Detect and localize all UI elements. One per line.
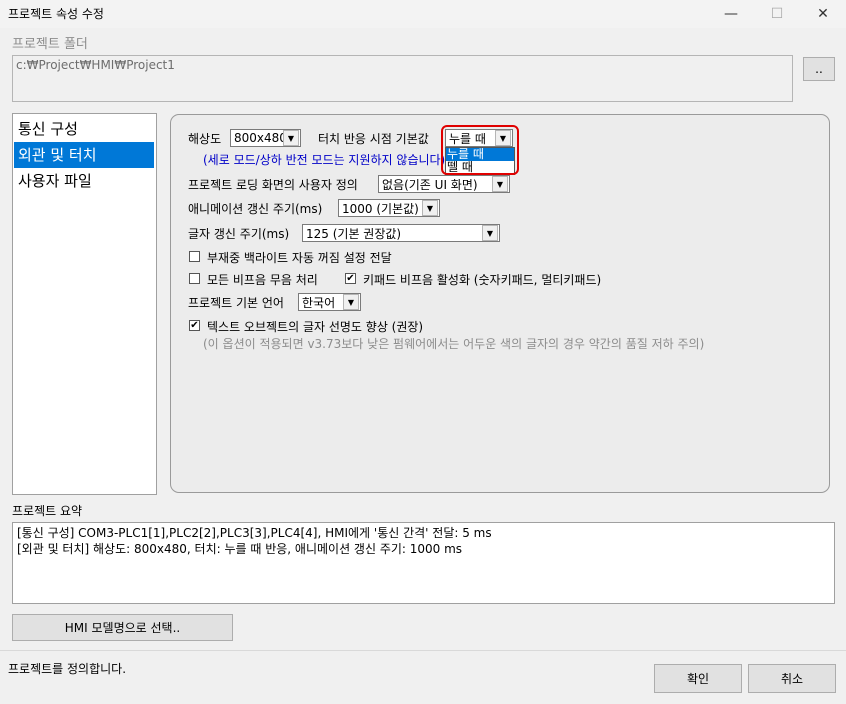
- chevron-down-icon: ▼: [482, 225, 498, 241]
- browse-button[interactable]: ..: [803, 57, 835, 81]
- folder-label: 프로젝트 폴더: [12, 37, 88, 52]
- maximize-icon: ☐: [770, 6, 784, 22]
- text-refresh-value: 125 (기본 권장값): [306, 226, 402, 241]
- chevron-down-icon: ▼: [422, 200, 438, 216]
- title-bar: 프로젝트 속성 수정 — ☐ ✕: [0, 0, 846, 28]
- summary-box: [통신 구성] COM3-PLC1[1],PLC2[2],PLC3[3],PLC…: [12, 522, 835, 604]
- category-item-label: 통신 구성: [18, 120, 78, 138]
- summary-line: [통신 구성] COM3-PLC1[1],PLC2[2],PLC3[3],PLC…: [17, 526, 492, 540]
- language-select[interactable]: 한국어 ▼: [298, 293, 361, 311]
- language-value: 한국어: [302, 295, 336, 310]
- chevron-down-icon: ▼: [283, 130, 299, 146]
- loading-value: 없음(기존 UI 화면): [382, 177, 478, 192]
- anim-value: 1000 (기본값): [342, 201, 419, 216]
- cancel-button-label: 취소: [780, 672, 804, 686]
- summary-line: [외관 및 터치] 해상도: 800x480, 터치: 누를 때 반응, 애니메…: [17, 542, 463, 556]
- resolution-label: 해상도: [188, 132, 222, 146]
- close-icon[interactable]: ✕: [800, 0, 846, 28]
- loading-label: 프로젝트 로딩 화면의 사용자 정의: [188, 178, 358, 192]
- category-item-label: 외관 및 터치: [18, 146, 97, 164]
- mute-checkbox[interactable]: [189, 273, 200, 284]
- model-select-button[interactable]: HMI 모델명으로 선택..: [12, 614, 233, 641]
- language-label: 프로젝트 기본 언어: [188, 296, 284, 310]
- summary-label: 프로젝트 요약: [12, 504, 83, 518]
- folder-path-text: c:₩Project₩HMI₩Project1: [16, 58, 175, 72]
- chevron-down-icon: ▼: [492, 176, 508, 192]
- window-title: 프로젝트 속성 수정: [8, 7, 104, 21]
- ok-button-label: 확인: [686, 672, 710, 686]
- backlight-label: 부재중 백라이트 자동 꺼짐 설정 전달: [207, 251, 392, 265]
- minimize-icon[interactable]: —: [708, 0, 754, 28]
- sharpness-note: (이 옵션이 적용되면 v3.73보다 낮은 펌웨어에서는 어두운 색의 글자의…: [203, 337, 705, 351]
- category-list: 통신 구성 외관 및 터치 사용자 파일: [12, 113, 157, 495]
- cancel-button[interactable]: 취소: [748, 664, 836, 693]
- keypad-beep-label: 키패드 비프음 활성화 (숫자키패드, 멀티키패드): [363, 273, 602, 287]
- anim-select[interactable]: 1000 (기본값) ▼: [338, 199, 440, 217]
- text-refresh-label: 글자 갱신 주기(ms): [188, 227, 290, 241]
- browse-button-label: ..: [815, 62, 823, 76]
- resolution-select[interactable]: 800x480 ▼: [230, 129, 301, 147]
- touch-label: 터치 반응 시점 기본값: [318, 132, 429, 146]
- model-select-button-label: HMI 모델명으로 선택..: [64, 621, 181, 635]
- category-item-appearance-touch[interactable]: 외관 및 터치: [14, 142, 154, 168]
- category-item-comm[interactable]: 통신 구성: [14, 116, 154, 142]
- resolution-value: 800x480: [234, 131, 283, 145]
- mute-label: 모든 비프음 무음 처리: [207, 273, 318, 287]
- highlight-ring: [441, 125, 519, 175]
- folder-path-field[interactable]: c:₩Project₩HMI₩Project1: [12, 55, 793, 102]
- anim-label: 애니메이션 갱신 주기(ms): [188, 202, 323, 216]
- orientation-note: (세로 모드/상하 반전 모드는 지원하지 않습니다): [203, 153, 446, 167]
- text-refresh-select[interactable]: 125 (기본 권장값) ▼: [302, 224, 500, 242]
- loading-select[interactable]: 없음(기존 UI 화면) ▼: [378, 175, 510, 193]
- category-item-user-files[interactable]: 사용자 파일: [14, 168, 154, 194]
- status-text: 프로젝트를 정의합니다.: [8, 662, 127, 676]
- ok-button[interactable]: 확인: [654, 664, 742, 693]
- category-item-label: 사용자 파일: [18, 172, 92, 190]
- sharpness-checkbox[interactable]: ✔: [189, 320, 200, 331]
- chevron-down-icon: ▼: [343, 294, 359, 310]
- backlight-checkbox[interactable]: [189, 251, 200, 262]
- keypad-beep-checkbox[interactable]: ✔: [345, 273, 356, 284]
- sharpness-label: 텍스트 오브젝트의 글자 선명도 향상 (권장): [207, 320, 424, 334]
